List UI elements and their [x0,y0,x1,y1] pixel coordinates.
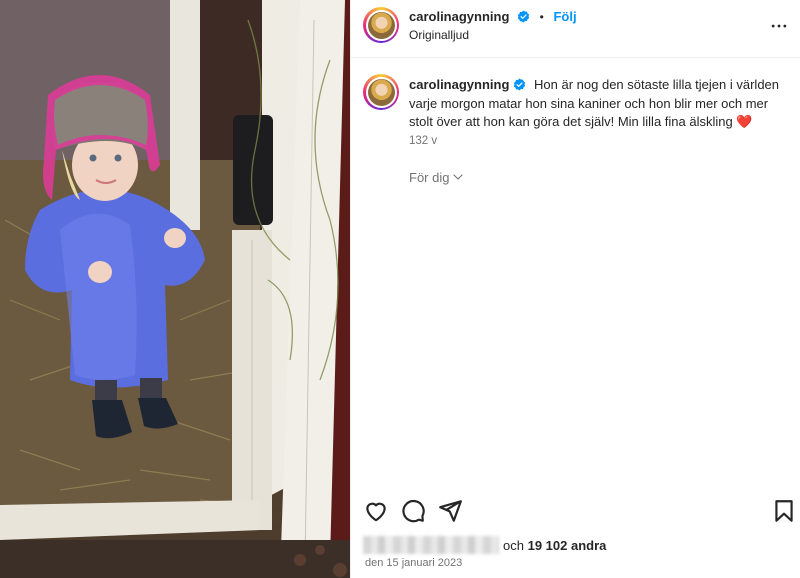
action-bar [351,496,800,526]
likes-summary[interactable]: och 19 102 andra [363,536,606,554]
separator-dot: • [539,10,544,24]
caption-username[interactable]: carolinagynning [409,77,509,92]
post-header: carolinagynning • Följ Originalljud [351,0,800,58]
photo-illustration [0,0,350,578]
caption-avatar[interactable] [363,74,399,110]
verified-badge-icon [514,78,526,91]
audio-label[interactable]: Originalljud [409,28,469,42]
post-details-panel: carolinagynning • Följ Originalljud caro… [350,0,800,578]
post-date[interactable]: den 15 januari 2023 [365,557,462,569]
chevron-down-icon [453,174,464,180]
author-username[interactable]: carolinagynning [409,9,509,24]
more-options-icon[interactable] [769,16,789,36]
post-photo[interactable] [0,0,350,578]
for-you-dropdown[interactable]: För dig [409,170,464,185]
caption-age[interactable]: 132 v [409,135,437,147]
bookmark-icon[interactable] [771,498,797,524]
verified-badge-icon [517,10,530,23]
follow-button[interactable]: Följ [553,9,576,24]
caption-text: carolinagynning Hon är nog den sötaste l… [409,76,789,132]
likes-prefix: och [503,538,524,553]
for-you-label: För dig [409,170,450,185]
blurred-liker-names [363,536,499,554]
author-avatar[interactable] [363,7,399,43]
likes-count[interactable]: 19 102 andra [528,538,607,553]
comment-icon[interactable] [400,498,426,524]
send-icon[interactable] [437,498,463,524]
heart-icon[interactable] [363,498,389,524]
header-user-line: carolinagynning • Följ [409,9,577,24]
